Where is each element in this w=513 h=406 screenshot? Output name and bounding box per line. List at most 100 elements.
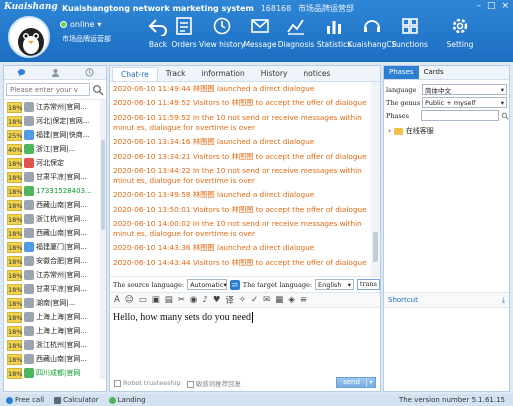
- folder-icon: [393, 127, 403, 135]
- tab-phases[interactable]: Phases: [384, 66, 419, 79]
- contact-row[interactable]: 18% 湖南|官网|...: [4, 296, 106, 310]
- contact-row[interactable]: 18% 浙江杭州|官网...: [4, 212, 106, 226]
- contact-row[interactable]: 18% 福建厦门|官网...: [4, 240, 106, 254]
- browser-icon: [24, 340, 34, 350]
- contact-row[interactable]: 18% 17331528403...: [4, 184, 106, 198]
- free-call-label: Free call: [15, 396, 45, 404]
- contact-row[interactable]: 18% 上海上海|官网...: [4, 310, 106, 324]
- toolbar-functions-button[interactable]: Functions: [382, 16, 438, 49]
- match-percent-badge: 18%: [7, 227, 23, 239]
- translate-button[interactable]: trans: [356, 279, 380, 290]
- robot-trusteeship-checkbox[interactable]: Robot trusteeship: [114, 379, 181, 387]
- download-icon[interactable]: ⤓: [502, 296, 505, 305]
- list-icon[interactable]: ≡: [300, 295, 307, 305]
- tab-information[interactable]: information: [193, 67, 252, 81]
- tag-icon[interactable]: ◈: [288, 295, 295, 305]
- phone-icon: [6, 396, 13, 404]
- diagnosis-icon: [287, 19, 304, 35]
- chat-log-scrollbar[interactable]: [371, 82, 380, 276]
- account-id: 168168: [260, 4, 292, 13]
- contact-row[interactable]: 18% 河北|保定|官网...: [4, 114, 106, 128]
- contact-row[interactable]: 18% 江苏常州|官网...: [4, 268, 106, 282]
- contact-row[interactable]: 18% 四川成都|官网: [4, 366, 106, 379]
- check-icon[interactable]: ✓: [251, 295, 258, 305]
- contact-name: 上海上海|官网...: [36, 327, 88, 335]
- chat-log-entry: 2020-06-10 11:49:52 Visitors to 林图图 to a…: [113, 98, 367, 108]
- avatar[interactable]: [8, 16, 50, 58]
- eye-icon[interactable]: ◉: [190, 295, 197, 305]
- contact-search-input[interactable]: [6, 83, 90, 96]
- emoji-icon[interactable]: ☺: [125, 295, 134, 305]
- toolbar-setting-button[interactable]: Setting: [432, 16, 488, 49]
- send-button[interactable]: send ▾: [336, 377, 376, 388]
- free-call-button[interactable]: Free call: [6, 396, 44, 404]
- toolbar-orders-label: Orders: [171, 40, 197, 49]
- swap-language-icon[interactable]: ⇄: [230, 279, 240, 290]
- message-input[interactable]: Hello, how many sets do you need: [113, 312, 253, 323]
- heart-icon[interactable]: ♥: [213, 295, 221, 305]
- language-select[interactable]: 简体中文 ▾: [422, 84, 507, 95]
- calculator-button[interactable]: Calculator: [54, 396, 99, 404]
- shake-icon[interactable]: ▭: [139, 295, 147, 305]
- tab-chat-record[interactable]: Chat-re: [112, 67, 158, 81]
- close-icon[interactable]: ×: [501, 1, 509, 11]
- contact-row[interactable]: 18% 甘肃平凉|官网...: [4, 170, 106, 184]
- maximize-icon[interactable]: □: [487, 1, 496, 11]
- tab-track[interactable]: Track: [158, 67, 194, 81]
- font-icon[interactable]: A: [114, 295, 120, 305]
- contact-list-scrollbar[interactable]: [100, 100, 106, 379]
- phrases-panel: Phases Cards language 简体中文 ▾ The genus P…: [383, 65, 510, 392]
- match-percent-badge: 18%: [7, 353, 23, 365]
- landing-button[interactable]: Landing: [108, 396, 146, 404]
- contact-row[interactable]: 18% 甘肃平凉|官网...: [4, 282, 106, 296]
- contact-row[interactable]: 40% 浙江|官网|...: [4, 142, 106, 156]
- screenshot-icon[interactable]: ✂: [178, 295, 185, 305]
- contact-row[interactable]: 18% 安徽合肥|官网...: [4, 254, 106, 268]
- sensitive-reply-checkbox[interactable]: 敏感词推荐回复: [186, 378, 241, 388]
- language-label: language: [386, 85, 417, 94]
- version-number: The version number 5.1.61.15: [398, 396, 505, 404]
- browser-icon: [24, 102, 34, 112]
- minimize-icon[interactable]: –: [476, 1, 481, 11]
- contact-row[interactable]: 18% 河北保定: [4, 156, 106, 170]
- scrollbar-thumb[interactable]: [101, 140, 105, 230]
- card-icon[interactable]: ▦: [275, 295, 283, 305]
- chat-bubble-icon[interactable]: [17, 68, 26, 77]
- translate-icon[interactable]: 译: [225, 294, 234, 306]
- contact-row[interactable]: 18% 西藏山南|官网...: [4, 352, 106, 366]
- chat-log-entry: 2020-06-10 11:49:44 林图图 launched a direc…: [113, 84, 315, 93]
- tools-icon[interactable]: ✧: [239, 295, 246, 305]
- target-language-select[interactable]: English ▾: [315, 279, 354, 290]
- contact-row[interactable]: 18% 上海上海|官网...: [4, 324, 106, 338]
- contact-row[interactable]: 18% 浙江杭州|官网...: [4, 338, 106, 352]
- scrollbar-thumb[interactable]: [373, 232, 378, 262]
- search-icon[interactable]: [92, 84, 104, 96]
- file-icon[interactable]: ▤: [165, 295, 173, 305]
- phases-search-input[interactable]: [421, 110, 500, 121]
- tab-history[interactable]: History: [253, 67, 296, 81]
- tab-notices[interactable]: notices: [295, 67, 338, 81]
- search-icon[interactable]: [501, 112, 509, 120]
- clock-icon[interactable]: [84, 68, 94, 77]
- email-icon[interactable]: ✉: [263, 295, 270, 305]
- genus-select[interactable]: Public + myself ▾: [422, 97, 507, 108]
- match-percent-badge: 18%: [7, 283, 23, 295]
- image-icon[interactable]: ▣: [152, 295, 160, 305]
- source-language-select[interactable]: Automatic ▾: [187, 279, 228, 290]
- browser-icon: [24, 200, 34, 210]
- contact-row[interactable]: 18% 西藏山南|官网...: [4, 198, 106, 212]
- contact-row[interactable]: 25% 福建|官网|快商...: [4, 128, 106, 142]
- chat-log: 2020-06-10 11:49:44 林图图 launched a direc…: [110, 82, 372, 276]
- tab-cards[interactable]: Cards: [419, 66, 449, 79]
- match-percent-badge: 18%: [7, 367, 23, 379]
- microphone-icon[interactable]: ♪: [202, 295, 207, 305]
- match-percent-badge: 18%: [7, 325, 23, 337]
- contact-row[interactable]: 18% 西藏山南|官网...: [4, 226, 106, 240]
- user-icon[interactable]: [51, 68, 60, 77]
- chat-log-entry: 2020-06-10 11:59:52 In the 10 not send o…: [113, 112, 362, 132]
- phrase-tree-item[interactable]: › 在线客服: [384, 126, 509, 136]
- presence-status[interactable]: online ▾: [60, 20, 101, 29]
- expand-icon[interactable]: ›: [388, 127, 391, 135]
- contact-row[interactable]: 18% 江苏常州|官网...: [4, 100, 106, 114]
- chevron-down-icon[interactable]: ▾: [366, 378, 375, 387]
